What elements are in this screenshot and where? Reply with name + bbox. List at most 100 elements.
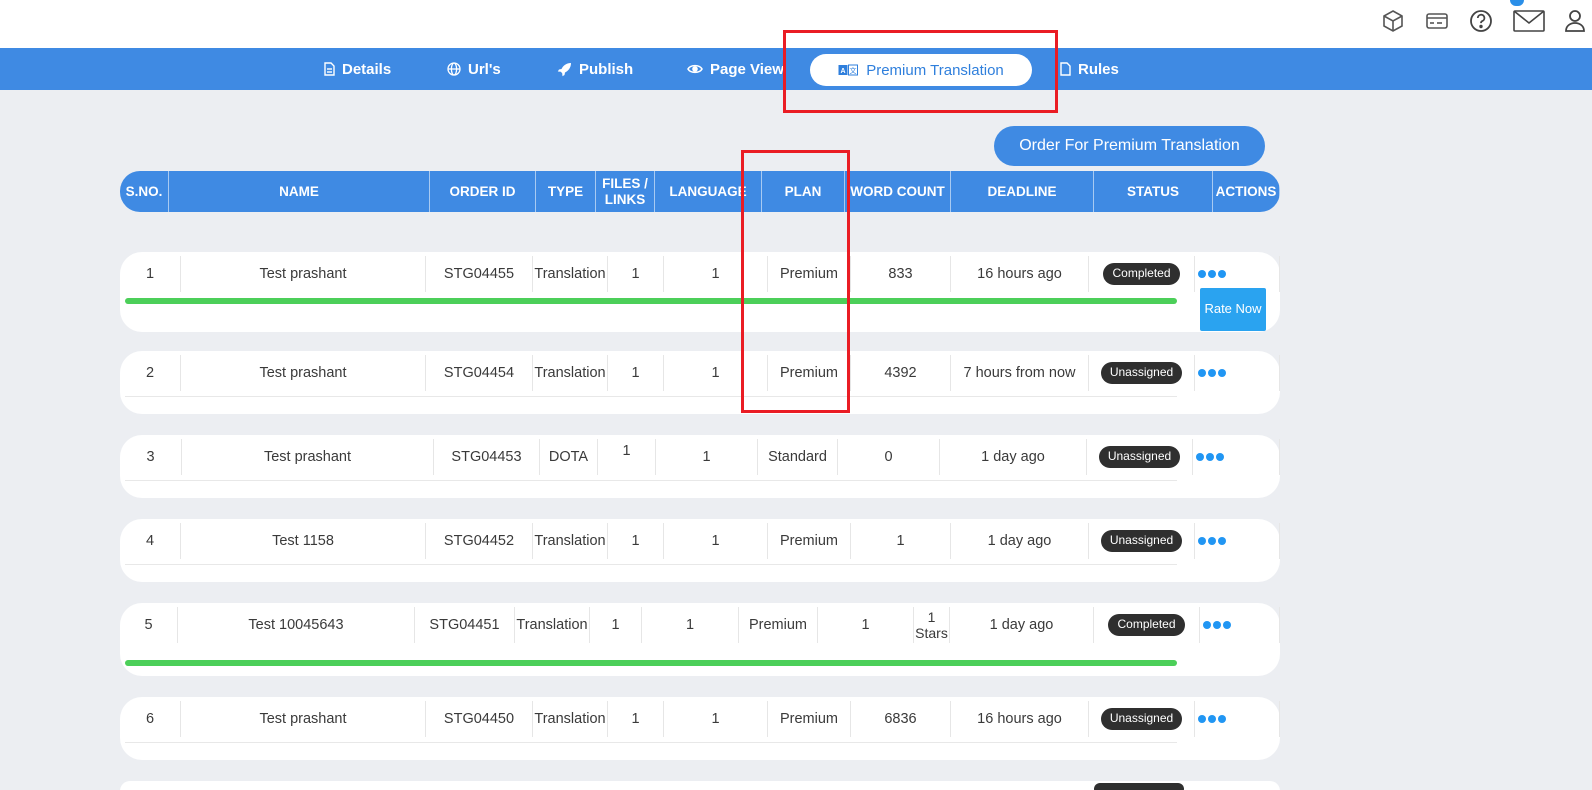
status-badge [1094, 783, 1184, 790]
cell-deadline: 16 hours ago [951, 256, 1089, 292]
cell-files: 1 [590, 607, 642, 643]
header-name: NAME [169, 171, 430, 212]
tab-publish[interactable]: Publish [557, 48, 633, 90]
cell-order-id: STG04454 [426, 355, 533, 391]
header-sno: S.NO. [120, 171, 169, 212]
cell-deadline: 1 day ago [940, 439, 1087, 475]
cell-actions [1200, 607, 1280, 643]
cell-deadline: 1 day ago [950, 607, 1094, 643]
progress-bar [125, 660, 1177, 666]
cell-files: 1 [598, 439, 656, 475]
cell-status: Unassigned [1087, 439, 1193, 475]
cell-status: Unassigned [1089, 355, 1195, 391]
table-row: 3 Test prashant STG04453 DOTA 1 1 Standa… [120, 435, 1280, 498]
cell-order-id: STG04450 [426, 701, 533, 737]
tab-premium-translation[interactable]: A文 Premium Translation [810, 54, 1032, 86]
tab-publish-label: Publish [579, 60, 634, 78]
cell-word-count: 0 [838, 439, 940, 475]
cell-name: Test prashant [181, 355, 426, 391]
table-row: 5 Test 10045643 STG04451 Translation 1 1… [120, 603, 1280, 676]
cell-rating: 1 Stars [914, 607, 950, 643]
cell-actions [1195, 523, 1280, 559]
cell-sno: 5 [120, 607, 178, 643]
header-language: LANGUAGE [655, 171, 762, 212]
header-actions: ACTIONS [1213, 171, 1280, 212]
cell-plan: Premium [768, 256, 851, 292]
top-bar [0, 0, 1592, 48]
cell-name: Test 1158 [181, 523, 426, 559]
tab-urls[interactable]: Url's [447, 48, 501, 90]
mail-icon[interactable] [1511, 6, 1547, 36]
cell-language: 1 [656, 439, 758, 475]
more-actions-icon[interactable] [1198, 537, 1226, 545]
cell-plan: Standard [758, 439, 838, 475]
cube-icon[interactable] [1378, 6, 1408, 36]
cell-word-count: 1 [818, 607, 914, 643]
header-files-links: FILES / LINKS [596, 171, 655, 212]
cell-word-count: 1 [851, 523, 951, 559]
cell-name: Test 10045643 [178, 607, 415, 643]
tab-details[interactable]: Details [324, 48, 391, 90]
tab-rules-label: Rules [1078, 60, 1119, 78]
cell-status: Completed [1094, 607, 1200, 643]
card-icon[interactable] [1422, 6, 1452, 36]
more-actions-icon[interactable] [1203, 621, 1231, 629]
cell-type: Translation [533, 256, 608, 292]
cell-name: Test prashant [181, 256, 426, 292]
status-badge: Unassigned [1100, 708, 1183, 730]
row-divider [125, 564, 1177, 565]
cell-status: Unassigned [1089, 701, 1195, 737]
svg-text:A: A [841, 68, 846, 75]
cell-actions [1195, 701, 1280, 737]
tab-urls-label: Url's [468, 60, 501, 78]
help-icon[interactable] [1466, 6, 1496, 36]
status-badge: Unassigned [1100, 362, 1183, 384]
rate-now-button[interactable]: Rate Now [1200, 288, 1266, 331]
cell-files: 1 [608, 523, 664, 559]
cell-language: 1 [664, 701, 768, 737]
header-plan: PLAN [762, 171, 845, 212]
more-actions-icon[interactable] [1196, 453, 1224, 461]
cell-deadline: 16 hours ago [951, 701, 1089, 737]
translate-icon: A文 [838, 64, 859, 76]
header-order-id: ORDER ID [430, 171, 536, 212]
cell-actions [1193, 439, 1280, 475]
more-actions-icon[interactable] [1198, 715, 1226, 723]
document-icon [324, 62, 335, 76]
tab-rules[interactable]: Rules [1060, 48, 1119, 90]
cell-sno: 3 [120, 439, 182, 475]
cell-actions [1195, 256, 1280, 292]
header-status: STATUS [1094, 171, 1213, 212]
order-premium-translation-button[interactable]: Order For Premium Translation [994, 126, 1265, 166]
cell-type: Translation [515, 607, 590, 643]
cell-files: 1 [608, 256, 664, 292]
cell-plan: Premium [768, 701, 851, 737]
cell-language: 1 [664, 256, 768, 292]
user-icon[interactable] [1560, 6, 1590, 36]
cell-order-id: STG04455 [426, 256, 533, 292]
cell-plan: Premium [768, 355, 851, 391]
cell-sno: 6 [120, 701, 181, 737]
status-badge: Unassigned [1100, 530, 1183, 552]
cell-word-count: 4392 [851, 355, 951, 391]
progress-bar [125, 298, 1177, 304]
more-actions-icon[interactable] [1198, 270, 1226, 278]
table-row: 1 Test prashant STG04455 Translation 1 1… [120, 252, 1280, 332]
cell-sno: 1 [120, 256, 181, 292]
cell-type: Translation [533, 355, 608, 391]
cell-word-count: 833 [851, 256, 951, 292]
table-header: S.NO. NAME ORDER ID TYPE FILES / LINKS L… [120, 171, 1280, 212]
cell-deadline: 7 hours from now [951, 355, 1089, 391]
cell-actions [1195, 355, 1280, 391]
table-row: 2 Test prashant STG04454 Translation 1 1… [120, 351, 1280, 414]
more-actions-icon[interactable] [1198, 369, 1226, 377]
cell-order-id: STG04451 [415, 607, 515, 643]
rocket-icon [557, 62, 571, 76]
header-deadline: DEADLINE [951, 171, 1094, 212]
tab-page-view[interactable]: Page View [687, 48, 784, 90]
cell-sno: 2 [120, 355, 181, 391]
tab-page-view-label: Page View [710, 60, 784, 78]
cell-name: Test prashant [182, 439, 434, 475]
document-icon [1060, 62, 1071, 76]
cell-plan: Premium [768, 523, 851, 559]
